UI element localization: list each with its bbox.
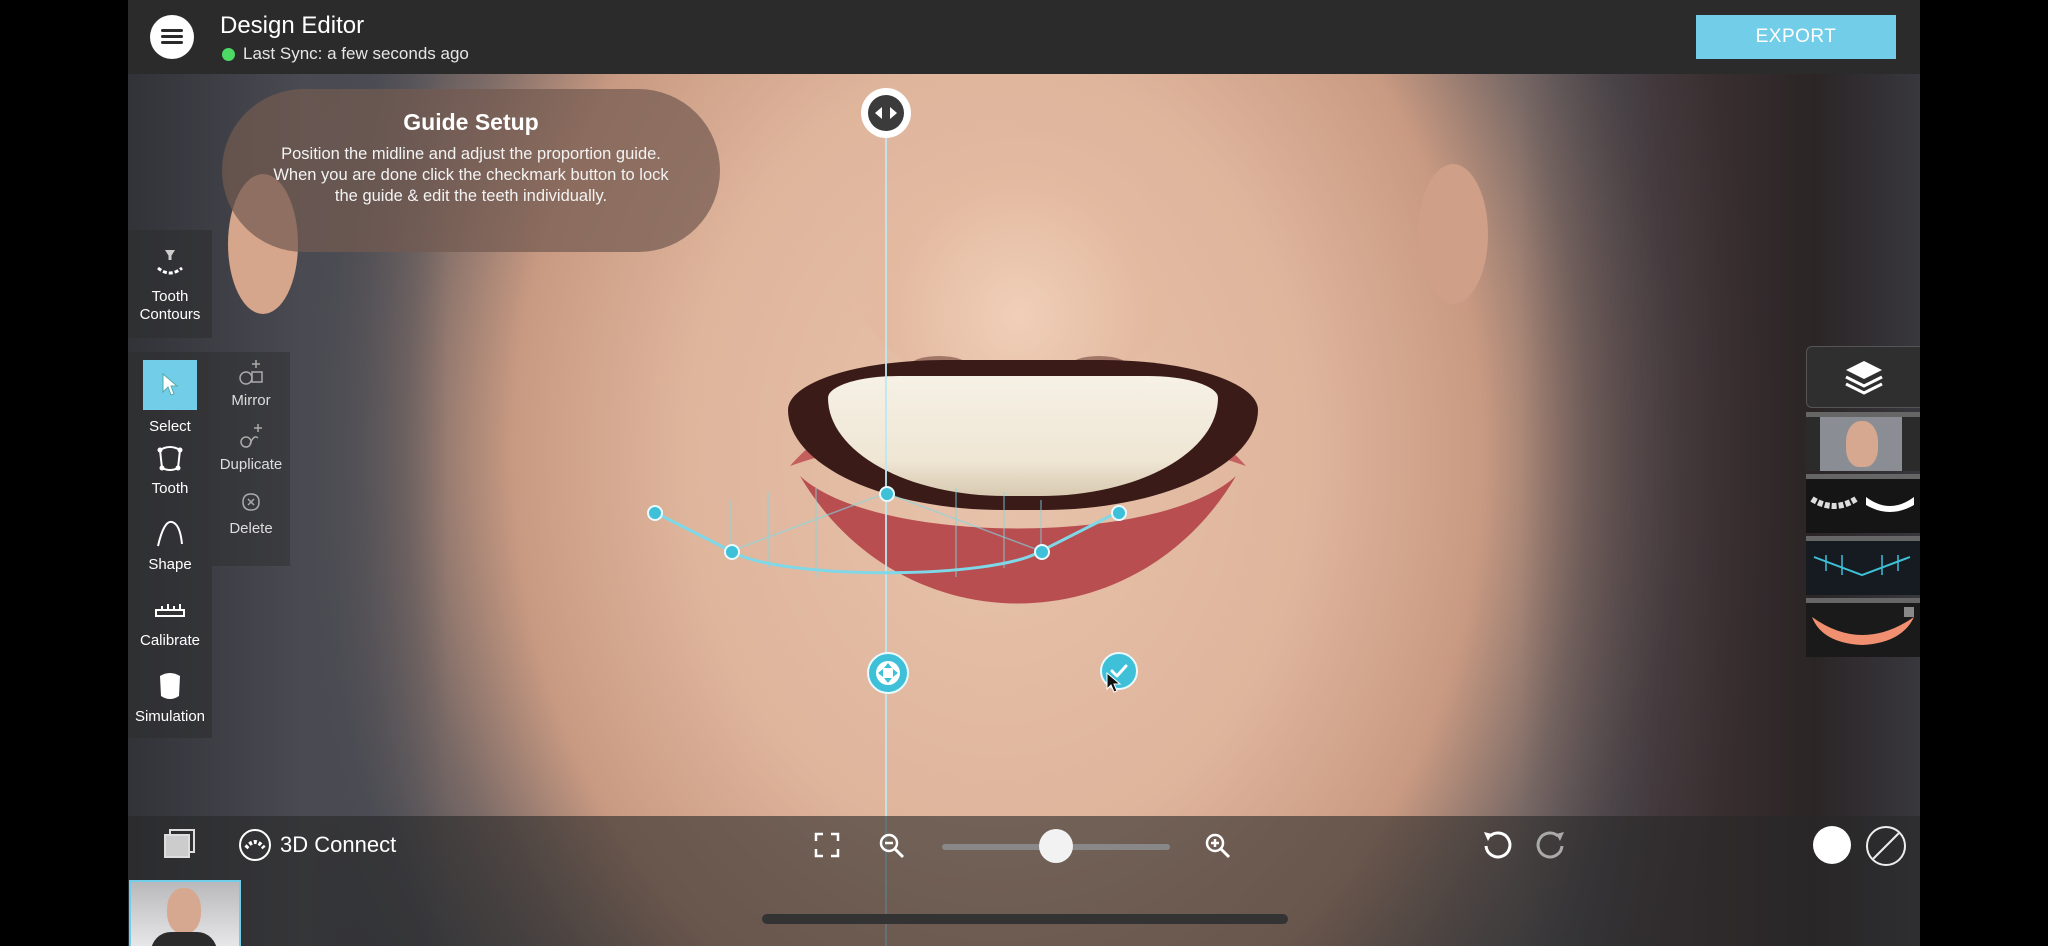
pointer-icon xyxy=(162,372,179,396)
select-tool-highlight xyxy=(143,360,197,410)
3d-connect-button[interactable]: 3D Connect xyxy=(238,828,396,862)
header-bar: Design Editor Last Sync: a few seconds a… xyxy=(128,0,1920,74)
delete-tool[interactable]: Delete xyxy=(212,490,290,537)
tooth-filled-icon xyxy=(160,673,180,699)
sync-status-dot xyxy=(222,47,235,61)
horizontal-arrows-icon xyxy=(868,95,904,131)
mouse-cursor-icon xyxy=(1106,672,1122,693)
duplicate-label: Duplicate xyxy=(219,456,283,473)
ear-right xyxy=(1418,164,1488,304)
delete-label: Delete xyxy=(229,520,273,537)
export-button[interactable]: EXPORT xyxy=(1696,15,1896,59)
fullscreen-button[interactable] xyxy=(814,832,840,863)
home-indicator xyxy=(762,914,1288,924)
guide-node-left[interactable] xyxy=(647,505,663,521)
show-simulation-toggle[interactable] xyxy=(1813,826,1851,864)
design-editor-app: Guide Setup Position the midline and adj… xyxy=(128,0,1920,946)
patient-body-icon xyxy=(151,932,217,946)
3d-connect-icon xyxy=(239,829,271,861)
menu-button[interactable] xyxy=(150,15,194,59)
3d-connect-label: 3D Connect xyxy=(280,832,397,857)
patient-face-icon xyxy=(167,888,201,934)
gallery-button[interactable] xyxy=(162,828,198,865)
hide-overlay-toggle[interactable] xyxy=(1866,826,1906,866)
redo-button[interactable] xyxy=(1534,828,1568,867)
gallery-icon xyxy=(164,829,195,858)
page-title: Design Editor xyxy=(220,12,365,39)
menu-icon xyxy=(161,29,183,45)
zoom-out-icon xyxy=(879,833,905,859)
undo-icon xyxy=(1484,831,1512,859)
calibrate-label: Calibrate xyxy=(139,632,201,649)
lips-layer-icon xyxy=(1812,607,1914,645)
duplicate-icon xyxy=(240,424,262,448)
redo-icon xyxy=(1536,831,1564,859)
tooth-label: Tooth xyxy=(151,480,189,497)
slash-icon xyxy=(1871,831,1901,861)
guide-node-right-mid[interactable] xyxy=(1034,544,1050,560)
teeth-layer-icon xyxy=(1810,496,1914,512)
shape-label: Shape xyxy=(148,556,192,573)
mirror-tool[interactable]: Mirror xyxy=(212,358,290,409)
layer-photo[interactable] xyxy=(1806,412,1920,471)
simulation-label: Simulation xyxy=(134,708,206,725)
tooth-tool[interactable]: Tooth xyxy=(128,442,212,497)
select-tool[interactable]: Select xyxy=(128,360,212,435)
face-thumbnail-icon xyxy=(1846,421,1878,467)
sync-status-text: Last Sync: a few seconds ago xyxy=(243,44,469,63)
guide-node-center[interactable] xyxy=(879,486,895,502)
guide-move-handle[interactable] xyxy=(867,652,909,694)
sync-status: Last Sync: a few seconds ago xyxy=(222,44,469,64)
layers-icon xyxy=(1845,361,1883,395)
mirror-label: Mirror xyxy=(231,392,271,409)
shape-tool[interactable]: Shape xyxy=(128,518,212,573)
guide-node-left-mid[interactable] xyxy=(724,544,740,560)
midline-handle[interactable] xyxy=(861,88,911,138)
layer-lips[interactable] xyxy=(1806,598,1920,657)
simulation-tool[interactable]: Simulation xyxy=(128,670,212,725)
tooth-contours-label: Tooth Contours xyxy=(139,288,201,323)
select-label: Select xyxy=(149,418,191,435)
nose xyxy=(848,134,1188,394)
move-arrows-icon xyxy=(876,661,900,685)
tooth-outline-icon xyxy=(157,446,183,471)
tooth-contours-icon xyxy=(157,250,183,275)
fullscreen-icon xyxy=(814,832,840,858)
ruler-icon xyxy=(155,604,185,617)
mirror-icon xyxy=(239,360,263,385)
zoom-slider-handle[interactable] xyxy=(1039,829,1073,863)
zoom-in-icon xyxy=(1205,833,1231,859)
duplicate-tool[interactable]: Duplicate xyxy=(212,422,290,473)
guide-setup-tooltip: Guide Setup Position the midline and adj… xyxy=(222,89,720,252)
undo-button[interactable] xyxy=(1480,828,1514,867)
tooth-contours-tool[interactable]: Tooth Contours xyxy=(128,248,212,324)
guide-setup-text: Position the midline and adjust the prop… xyxy=(273,145,669,205)
layer-guide[interactable] xyxy=(1806,536,1920,595)
guide-setup-title: Guide Setup xyxy=(403,109,539,135)
calibrate-tool[interactable]: Calibrate xyxy=(128,598,212,649)
zoom-in-button[interactable] xyxy=(1204,832,1232,865)
bottom-toolbar xyxy=(128,816,1920,946)
zoom-out-button[interactable] xyxy=(878,832,906,865)
guide-node-right[interactable] xyxy=(1111,505,1127,521)
layer-teeth[interactable] xyxy=(1806,474,1920,533)
guide-layer-icon xyxy=(1813,555,1911,577)
patient-photo-thumbnail[interactable] xyxy=(129,880,241,946)
layers-button[interactable] xyxy=(1806,346,1920,408)
delete-icon xyxy=(242,493,260,511)
curve-icon xyxy=(157,520,183,547)
